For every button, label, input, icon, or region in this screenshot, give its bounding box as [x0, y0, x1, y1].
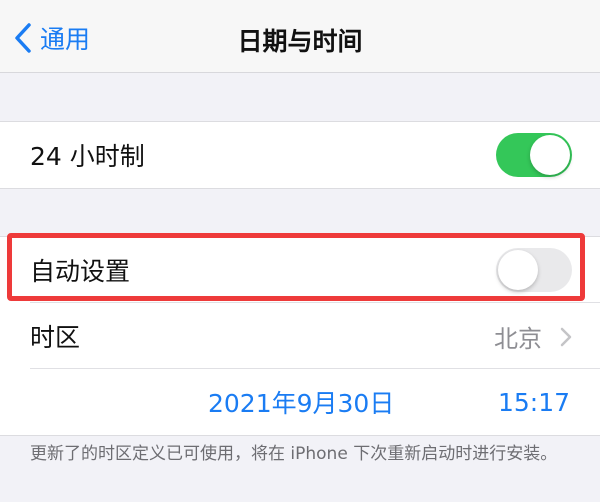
footnote-text: 更新了的时区定义已可使用，将在 iPhone 下次重新启动时进行安装。	[30, 444, 558, 464]
row-date-time: 2021年9月30日 15:17	[0, 369, 600, 435]
toggle-knob	[530, 135, 570, 175]
toggle-knob	[498, 250, 538, 290]
row-24-hour-label: 24 小时制	[30, 142, 145, 171]
navigation-bar: 通用 日期与时间	[0, 0, 600, 73]
row-auto-set: 自动设置	[0, 237, 600, 303]
settings-group-datetime: 自动设置 时区 北京 2021年9月30日 15:17	[0, 236, 600, 436]
chevron-right-icon	[560, 327, 572, 351]
row-timezone[interactable]: 时区 北京	[0, 303, 600, 369]
settings-page: 通用 日期与时间 24 小时制 自动设置 时区 北京 2021年9月30日 15…	[0, 0, 600, 502]
toggle-24-hour[interactable]	[496, 133, 572, 177]
row-auto-set-label: 自动设置	[30, 257, 131, 286]
toggle-auto-set[interactable]	[496, 248, 572, 292]
row-timezone-label: 时区	[30, 323, 81, 352]
date-value[interactable]: 2021年9月30日	[208, 384, 394, 420]
page-title: 日期与时间	[237, 27, 363, 56]
settings-group-format: 24 小时制	[0, 121, 600, 189]
timezone-value: 北京	[494, 324, 542, 353]
row-24-hour: 24 小时制	[0, 122, 600, 188]
time-value[interactable]: 15:17	[498, 388, 570, 417]
